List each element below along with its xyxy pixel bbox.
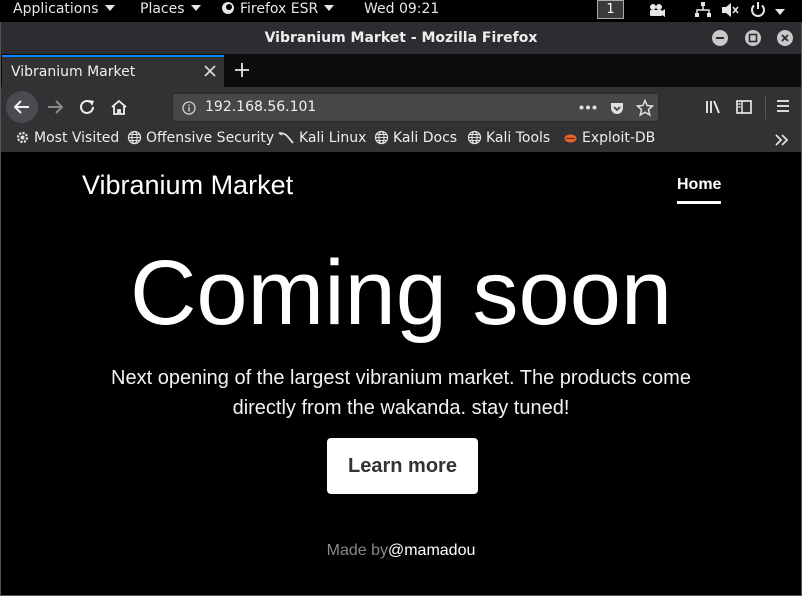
lead-line-2: directly from the wakanda. stay tuned!	[232, 397, 570, 419]
minimize-icon	[716, 37, 724, 39]
lead-line-1: Next opening of the largest vibranium ma…	[111, 367, 691, 389]
chevron-down-icon	[324, 4, 335, 11]
bookmark-label: Kali Tools	[486, 130, 551, 146]
applications-menu[interactable]: Applications	[13, 0, 115, 22]
site-brand[interactable]: Vibranium Market	[82, 170, 293, 201]
clock-label: Wed 09:21	[364, 1, 440, 17]
system-menu-chevron-icon[interactable]	[775, 9, 785, 15]
globe-icon	[467, 130, 482, 145]
globe-icon	[127, 130, 142, 145]
arrow-right-icon[interactable]	[45, 98, 65, 116]
maximize-icon	[748, 33, 758, 43]
library-icon[interactable]	[704, 98, 722, 116]
window-title-bar[interactable]: Vibranium Market - Mozilla Firefox	[0, 22, 802, 54]
places-menu[interactable]: Places	[140, 0, 201, 22]
new-tab-icon[interactable]	[233, 61, 251, 79]
chevron-down-icon	[190, 4, 201, 11]
learn-more-button[interactable]: Learn more	[327, 438, 478, 494]
minimize-button[interactable]	[712, 30, 728, 46]
web-page: Vibranium Market Home Coming soon Next o…	[0, 152, 802, 596]
back-button[interactable]	[6, 91, 38, 123]
firefox-icon	[222, 2, 234, 14]
places-label: Places	[140, 1, 185, 17]
sidebar-icon[interactable]	[735, 98, 753, 116]
volume-muted-icon[interactable]	[720, 1, 740, 19]
maximize-button[interactable]	[745, 30, 761, 46]
bookmark-kali-tools[interactable]: Kali Tools	[467, 130, 550, 146]
footer-author-link[interactable]: @mamadou	[388, 542, 475, 559]
gear-icon	[16, 131, 29, 144]
bookmark-label: Most Visited	[34, 130, 120, 146]
bookmark-offensive-security[interactable]: Offensive Security	[127, 130, 274, 146]
workspace-number: 1	[606, 2, 615, 17]
chevron-down-icon	[104, 4, 115, 11]
navigation-toolbar: 192.168.56.101	[0, 87, 802, 127]
home-icon[interactable]	[109, 98, 129, 116]
close-icon	[781, 34, 789, 42]
bookmark-star-icon[interactable]	[636, 99, 654, 117]
arrow-left-icon	[13, 100, 29, 114]
power-icon[interactable]	[749, 1, 767, 19]
bookmark-most-visited[interactable]: Most Visited	[15, 130, 119, 146]
bookmark-exploit-db[interactable]: Exploit-DB	[563, 130, 655, 146]
bookmark-kali-linux[interactable]: Kali Linux	[278, 130, 366, 146]
page-actions-icon[interactable]	[579, 105, 597, 110]
url-text[interactable]: 192.168.56.101	[205, 99, 316, 115]
chevron-double-right-icon[interactable]	[774, 133, 790, 147]
reload-icon[interactable]	[78, 98, 96, 116]
info-icon[interactable]	[182, 101, 196, 115]
video-call-icon[interactable]	[648, 1, 666, 19]
toolbar-separator	[765, 95, 766, 119]
globe-icon	[374, 130, 389, 145]
workspace-indicator[interactable]: 1	[597, 0, 624, 19]
footer-prefix: Made by	[326, 542, 388, 559]
gnome-top-bar: Applications Places Firefox ESR Wed 09:2…	[0, 0, 802, 22]
network-wired-icon[interactable]	[694, 1, 712, 19]
bookmarks-toolbar: Most Visited Offensive Security Kali Lin…	[0, 127, 802, 152]
clock[interactable]: Wed 09:21	[364, 0, 439, 22]
page-headline: Coming soon	[129, 242, 673, 344]
pocket-icon[interactable]	[609, 100, 625, 116]
firefox-app-label: Firefox ESR	[240, 1, 319, 17]
close-window-button[interactable]	[777, 30, 793, 46]
lead-paragraph: Next opening of the largest vibranium ma…	[1, 363, 801, 423]
bookmark-label: Offensive Security	[146, 130, 275, 146]
kali-dragon-icon	[278, 132, 294, 144]
exploit-db-icon	[564, 134, 577, 143]
nav-link-home[interactable]: Home	[677, 176, 722, 204]
window-title: Vibranium Market - Mozilla Firefox	[264, 30, 538, 46]
bookmark-kali-docs[interactable]: Kali Docs	[374, 130, 457, 146]
bookmark-label: Exploit-DB	[582, 130, 656, 146]
bookmark-label: Kali Linux	[299, 130, 367, 146]
hamburger-menu-icon[interactable]	[775, 98, 791, 114]
tab-strip: Vibranium Market	[0, 54, 802, 87]
url-bar[interactable]: 192.168.56.101	[172, 93, 659, 122]
bookmark-label: Kali Docs	[393, 130, 458, 146]
firefox-app-menu[interactable]: Firefox ESR	[221, 0, 335, 22]
applications-label: Applications	[13, 1, 99, 17]
tab-title: Vibranium Market	[11, 64, 136, 80]
tab-vibranium-market[interactable]: Vibranium Market	[2, 55, 224, 87]
page-footer: Made by@mamadou	[1, 542, 801, 560]
close-tab-icon[interactable]	[203, 64, 217, 78]
